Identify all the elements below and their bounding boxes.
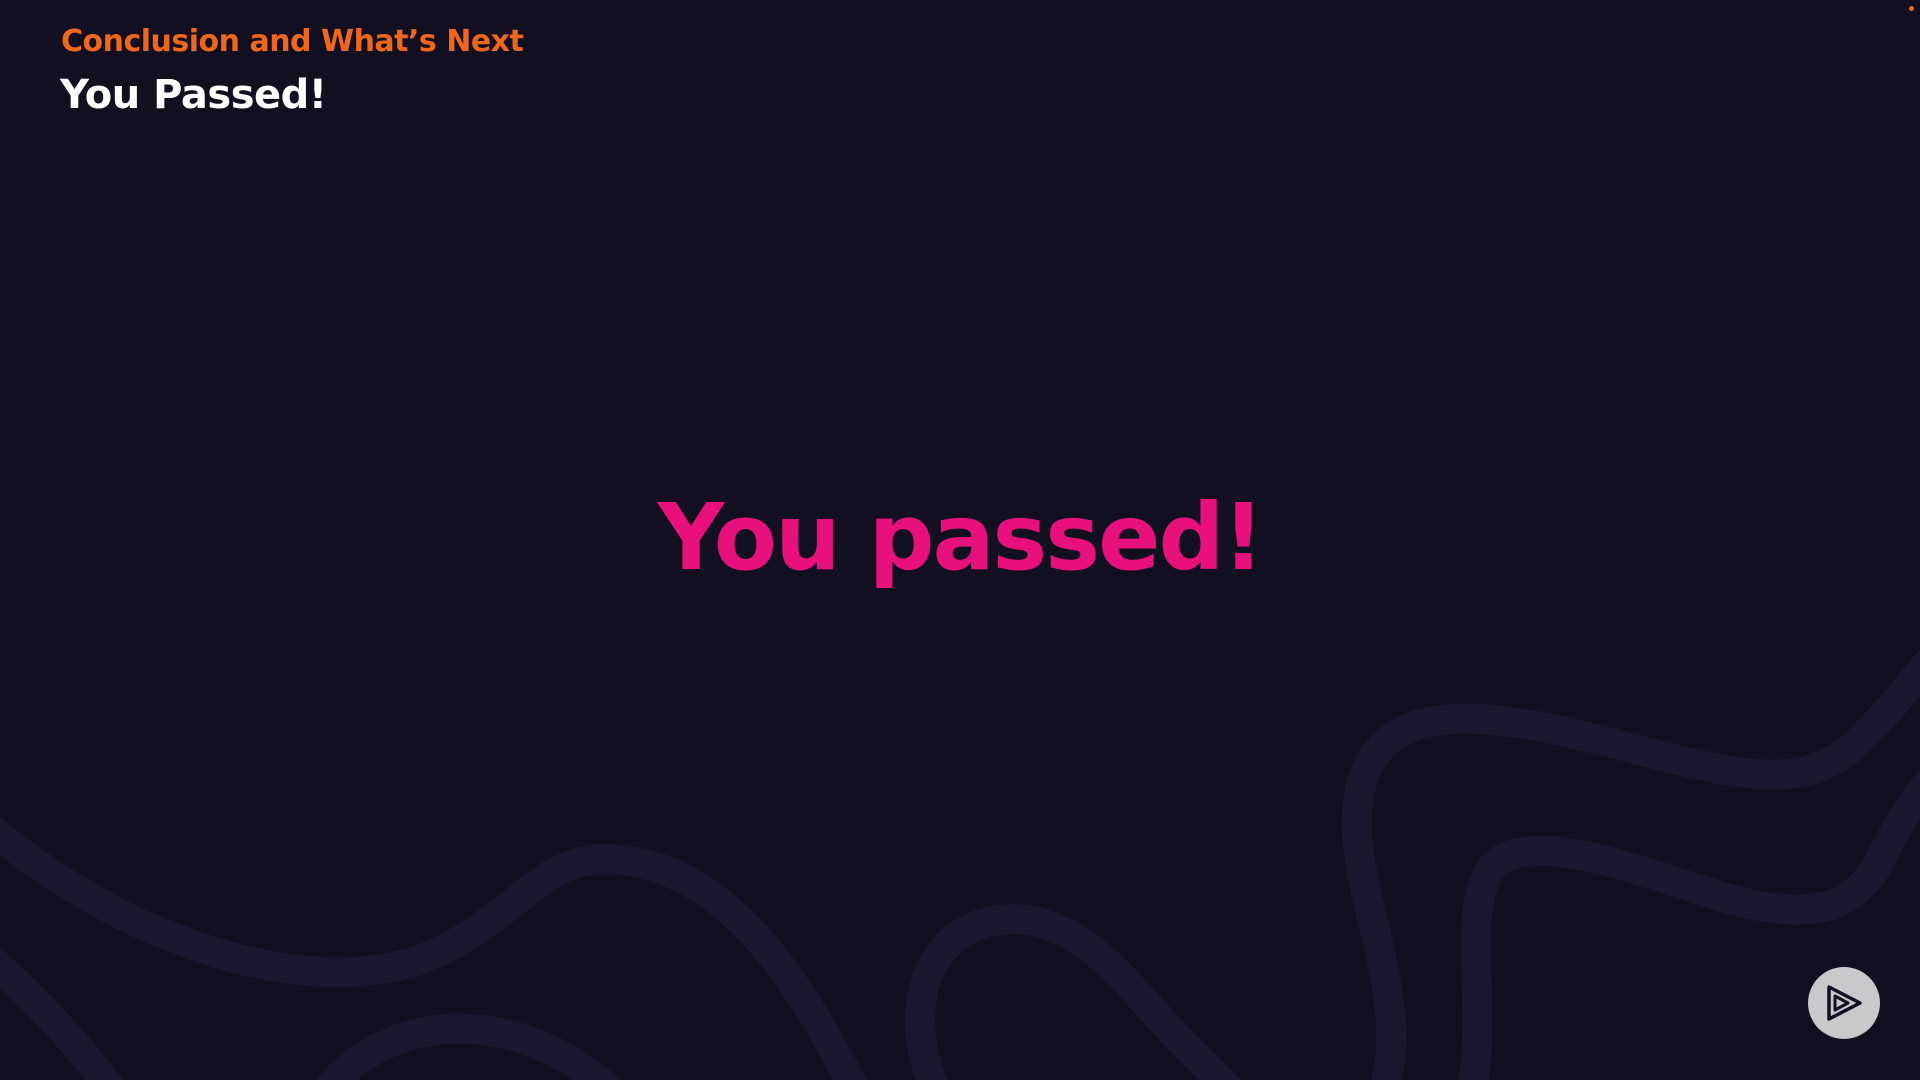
slide-title: You Passed!	[60, 72, 327, 118]
play-button[interactable]	[1808, 967, 1880, 1039]
status-dot	[1909, 6, 1914, 11]
play-icon	[1827, 985, 1862, 1021]
slide-stage: Conclusion and What’s Next You Passed! Y…	[0, 0, 1920, 1080]
section-title: Conclusion and What’s Next	[61, 24, 524, 59]
headline-text: You passed!	[657, 484, 1265, 591]
